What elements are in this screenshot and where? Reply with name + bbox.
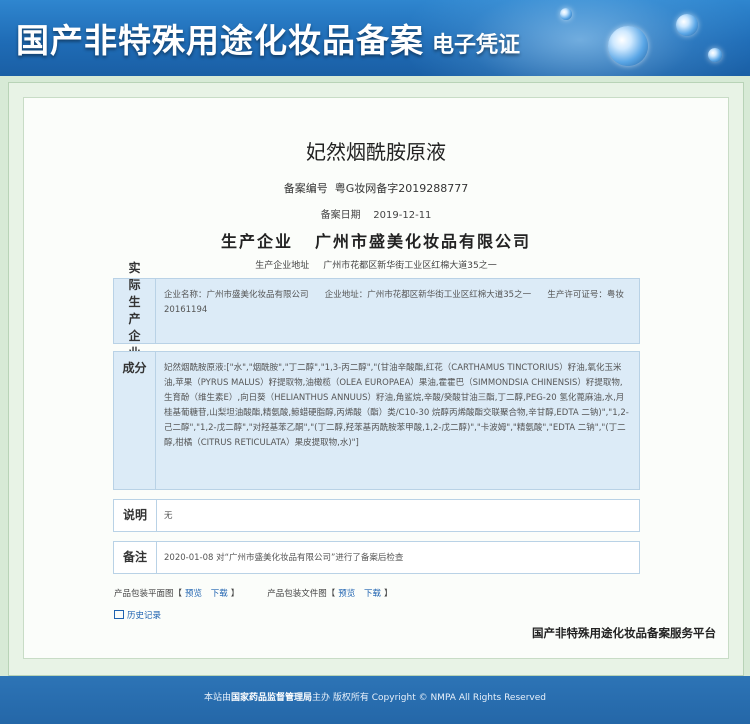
record-date: 备案日期 2019-12-11 (24, 206, 728, 221)
producer-address-label: 生产企业地址 (255, 261, 310, 271)
enterprise-section-label: 实际生产企业 (114, 261, 156, 360)
bracket: 】 (230, 589, 240, 599)
remark-section-label: 备注 (114, 542, 157, 573)
ingredients-section: 成分 妃然烟酰胺原液:["水","烟酰胺","丁二醇","1,3-丙二醇","(… (113, 351, 640, 490)
banner-title-main: 国产非特殊用途化妆品备案 (16, 21, 424, 60)
package-links: 产品包装平面图【 预览 下载】产品包装文件图【 预览 下载】 (114, 587, 393, 599)
product-name: 妃然烟酰胺原液 (306, 140, 446, 164)
producer-label: 生产企业 (220, 232, 293, 251)
license-label: 生产许可证号： (547, 290, 607, 300)
banner-title: 国产非特殊用途化妆品备案 电子凭证 (16, 14, 520, 62)
remark-text: 2020-01-08 对“广州市盛美化妆品有限公司”进行了备案后检查 (164, 553, 404, 563)
history-link-label[interactable]: 历史记录 (127, 611, 161, 621)
footer-org: 国家药品监督管理局 (231, 693, 313, 703)
ingredients-section-label: 成分 (114, 352, 156, 489)
package-flat-preview-link[interactable]: 预览 (185, 589, 202, 599)
enterprise-section: 实际生产企业 企业名称：广州市盛美化妆品有限公司 企业地址：广州市花都区新华街工… (113, 261, 640, 360)
decorative-orb-icon (676, 14, 698, 36)
decorative-orb-icon (708, 48, 722, 62)
enterprise-details: 企业名称：广州市盛美化妆品有限公司 企业地址：广州市花都区新华街工业区红棉大道3… (164, 288, 631, 318)
package-text-download-link[interactable]: 下载 (364, 589, 381, 599)
producer-address-value: 广州市花都区新华街工业区红棉大道35之一 (323, 261, 497, 271)
remark-section: 备注 2020-01-08 对“广州市盛美化妆品有限公司”进行了备案后检查 (113, 541, 640, 574)
producer-name: 广州市盛美化妆品有限公司 (315, 232, 532, 251)
record-date-value: 2019-12-11 (373, 210, 432, 221)
enterprise-name: 广州市盛美化妆品有限公司 (206, 290, 309, 300)
history-link[interactable]: 历史记录 (114, 609, 161, 621)
footer-suffix: 主办 版权所有 Copyright © NMPA All Rights Rese… (312, 693, 546, 703)
header-banner: 国产非特殊用途化妆品备案 电子凭证 (0, 0, 750, 76)
note-text: 无 (164, 511, 173, 521)
footer-copyright: 本站由国家药品监督管理局主办 版权所有 Copyright © NMPA All… (0, 690, 750, 703)
enterprise-address: 广州市花都区新华街工业区红棉大道35之一 (367, 290, 532, 300)
note-section: 说明 无 (113, 499, 640, 532)
footer-prefix: 本站由 (204, 693, 232, 703)
package-flat-download-link[interactable]: 下载 (211, 589, 228, 599)
enterprise-name-label: 企业名称： (164, 290, 207, 300)
ingredients-text: 妃然烟酰胺原液:["水","烟酰胺","丁二醇","1,3-丙二醇","(甘油辛… (164, 363, 629, 448)
bracket: 】 (384, 589, 393, 599)
note-section-label: 说明 (114, 500, 157, 531)
banner-subtitle: 电子凭证 (432, 32, 521, 58)
record-number-value: 粤G妆网备字2019288777 (334, 182, 469, 195)
certificate-page: 妃然烟酰胺原液 备案编号 粤G妆网备字2019288777 备案日期 2019-… (0, 76, 750, 676)
package-flat-label: 产品包装平面图【 (114, 589, 183, 599)
package-text-label: 产品包装文件图【 (267, 589, 336, 599)
record-number: 备案编号 粤G妆网备字2019288777 (24, 180, 728, 196)
certificate-content: 妃然烟酰胺原液 备案编号 粤G妆网备字2019288777 备案日期 2019-… (23, 97, 729, 659)
record-date-label: 备案日期 (320, 210, 361, 221)
record-number-label: 备案编号 (283, 182, 328, 195)
package-text-preview-link[interactable]: 预览 (338, 589, 355, 599)
enterprise-address-label: 企业地址： (324, 290, 368, 300)
platform-name: 国产非特殊用途化妆品备案服务平台 (532, 626, 716, 640)
history-icon (114, 610, 124, 619)
decorative-orb-icon (608, 26, 648, 66)
certificate-paper: 妃然烟酰胺原液 备案编号 粤G妆网备字2019288777 备案日期 2019-… (8, 82, 744, 676)
footer: 本站由国家药品监督管理局主办 版权所有 Copyright © NMPA All… (0, 676, 750, 724)
decorative-orb-icon (560, 8, 572, 20)
producer: 生产企业 广州市盛美化妆品有限公司 (24, 228, 728, 252)
